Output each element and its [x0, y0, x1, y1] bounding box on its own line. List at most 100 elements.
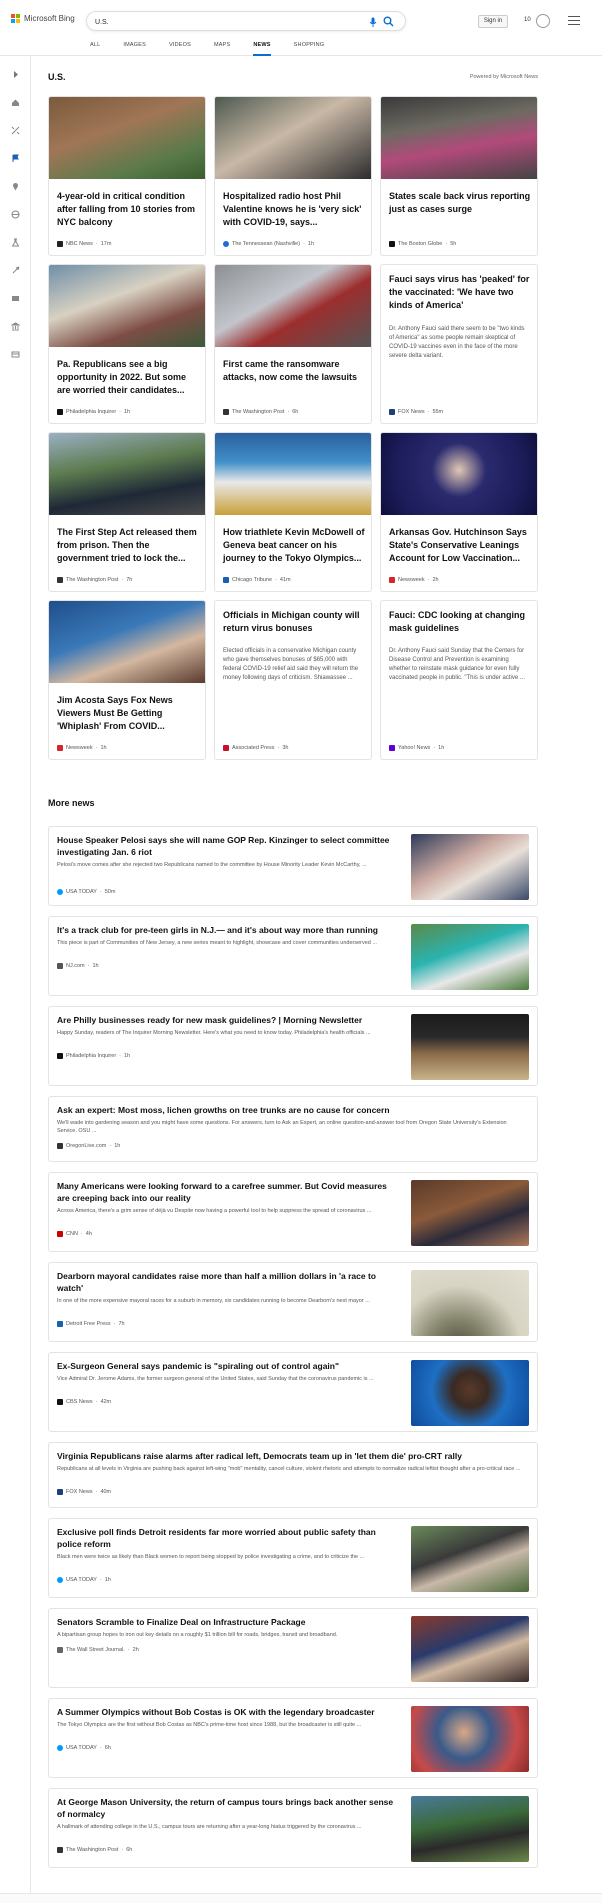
page-footer [0, 1893, 602, 1903]
section-title: U.S. [48, 72, 66, 82]
tab-all[interactable]: ALL [90, 42, 100, 56]
list-item[interactable]: Exclusive poll finds Detroit residents f… [48, 1518, 538, 1598]
news-card[interactable]: How triathlete Kevin McDowell of Geneva … [214, 432, 372, 592]
list-item[interactable]: House Speaker Pelosi says she will name … [48, 826, 538, 906]
rocket-icon[interactable] [11, 266, 20, 275]
list-item[interactable]: Virginia Republicans raise alarms after … [48, 1442, 538, 1508]
news-thumbnail [215, 97, 371, 179]
news-title[interactable]: Many Americans were looking forward to a… [57, 1180, 397, 1204]
news-title[interactable]: Senators Scramble to Finalize Deal on In… [57, 1616, 397, 1628]
science-icon[interactable] [11, 238, 20, 247]
tab-videos[interactable]: VIDEOS [169, 42, 191, 56]
list-item[interactable]: Senators Scramble to Finalize Deal on In… [48, 1608, 538, 1688]
entertainment-icon[interactable] [11, 294, 20, 303]
news-title[interactable]: At George Mason University, the return o… [57, 1796, 397, 1820]
news-source: USA TODAY · 6h [57, 1745, 111, 1751]
bing-logo[interactable]: Microsoft Bing [11, 14, 75, 23]
globe-icon[interactable] [11, 210, 20, 219]
news-title[interactable]: Arkansas Gov. Hutchinson Says State's Co… [389, 526, 531, 565]
news-title[interactable]: States scale back virus reporting just a… [389, 190, 531, 216]
news-description: This piece is part of Communities of New… [57, 940, 377, 946]
tab-maps[interactable]: MAPS [214, 42, 230, 56]
news-source: OregonLive.com · 1h [57, 1143, 527, 1149]
news-card[interactable]: Fauci: CDC looking at changing mask guid… [380, 600, 538, 760]
tab-images[interactable]: IMAGES [123, 42, 146, 56]
news-source: Chicago Tribune · 41m [223, 577, 291, 583]
news-description: In one of the more expensive mayoral rac… [57, 1298, 370, 1304]
source-logo-icon [57, 577, 63, 583]
news-card[interactable]: Pa. Republicans see a big opportunity in… [48, 264, 206, 424]
news-title[interactable]: Ex-Surgeon General says pandemic is "spi… [57, 1360, 397, 1372]
search-icon[interactable] [383, 16, 394, 27]
news-title[interactable]: Jim Acosta Says Fox News Viewers Must Be… [57, 694, 199, 733]
source-logo-icon [57, 963, 63, 969]
news-thumbnail [411, 834, 529, 900]
source-logo-icon [57, 1053, 63, 1059]
news-description: Happy Sunday, readers of The Inquirer Mo… [57, 1030, 371, 1036]
list-item[interactable]: At George Mason University, the return o… [48, 1788, 538, 1868]
news-card[interactable]: Hospitalized radio host Phil Valentine k… [214, 96, 372, 256]
news-card[interactable]: The First Step Act released them from pr… [48, 432, 206, 592]
hamburger-menu-icon[interactable] [568, 16, 580, 25]
news-source: Philadelphia Inquirer · 1h [57, 1053, 130, 1059]
news-title[interactable]: It's a track club for pre-teen girls in … [57, 924, 397, 936]
news-title[interactable]: Officials in Michigan county will return… [223, 609, 365, 635]
news-title[interactable]: Fauci: CDC looking at changing mask guid… [389, 609, 531, 635]
list-item[interactable]: Ex-Surgeon General says pandemic is "spi… [48, 1352, 538, 1432]
source-logo-icon [57, 1647, 63, 1653]
news-card[interactable]: Jim Acosta Says Fox News Viewers Must Be… [48, 600, 206, 760]
list-item[interactable]: A Summer Olympics without Bob Costas is … [48, 1698, 538, 1778]
news-card[interactable]: States scale back virus reporting just a… [380, 96, 538, 256]
search-input[interactable] [95, 16, 355, 28]
news-title[interactable]: Ask an expert: Most moss, lichen growths… [57, 1104, 527, 1116]
news-title[interactable]: Dearborn mayoral candidates raise more t… [57, 1270, 397, 1294]
news-description: Elected officials in a conservative Mich… [223, 648, 359, 681]
news-title[interactable]: Exclusive poll finds Detroit residents f… [57, 1526, 397, 1550]
money-icon[interactable] [11, 350, 20, 359]
news-thumbnail [411, 1180, 529, 1246]
news-thumbnail [411, 1270, 529, 1336]
list-item[interactable]: Many Americans were looking forward to a… [48, 1172, 538, 1252]
news-description: A bipartisan group hopes to iron out key… [57, 1632, 338, 1638]
microphone-icon[interactable] [369, 17, 377, 27]
news-title[interactable]: Pa. Republicans see a big opportunity in… [57, 358, 199, 397]
news-title[interactable]: 4-year-old in critical condition after f… [57, 190, 199, 229]
sign-in-button[interactable]: Sign in [478, 15, 508, 28]
search-box[interactable] [86, 11, 406, 31]
news-title[interactable]: A Summer Olympics without Bob Costas is … [57, 1706, 397, 1718]
news-card[interactable]: Fauci says virus has 'peaked' for the va… [380, 264, 538, 424]
news-title[interactable]: Hospitalized radio host Phil Valentine k… [223, 190, 365, 229]
home-icon[interactable] [11, 98, 20, 107]
news-source: Yahoo! News · 1h [389, 745, 444, 751]
list-item[interactable]: Are Philly businesses ready for new mask… [48, 1006, 538, 1086]
news-card[interactable]: 4-year-old in critical condition after f… [48, 96, 206, 256]
news-title[interactable]: First came the ransomware attacks, now c… [223, 358, 365, 384]
news-title[interactable]: Virginia Republicans raise alarms after … [57, 1450, 527, 1462]
news-source: FOX News · 40m [57, 1489, 527, 1495]
news-card[interactable]: Officials in Michigan county will return… [214, 600, 372, 760]
news-title[interactable]: House Speaker Pelosi says she will name … [57, 834, 397, 858]
news-card[interactable]: First came the ransomware attacks, now c… [214, 264, 372, 424]
news-title[interactable]: The First Step Act released them from pr… [57, 526, 199, 565]
news-title[interactable]: Are Philly businesses ready for new mask… [57, 1014, 397, 1026]
news-description: Dr. Anthony Fauci said there seem to be … [389, 326, 525, 359]
news-title[interactable]: Fauci says virus has 'peaked' for the va… [389, 273, 531, 312]
us-news-flag-icon[interactable] [11, 154, 20, 163]
list-item[interactable]: It's a track club for pre-teen girls in … [48, 916, 538, 996]
news-source: The Tennessean (Nashville) · 1h [223, 241, 314, 247]
location-pin-icon[interactable] [11, 182, 20, 191]
news-card[interactable]: Arkansas Gov. Hutchinson Says State's Co… [380, 432, 538, 592]
politics-building-icon[interactable] [11, 322, 20, 331]
list-item[interactable]: Ask an expert: Most moss, lichen growths… [48, 1096, 538, 1162]
list-item[interactable]: Dearborn mayoral candidates raise more t… [48, 1262, 538, 1342]
rewards-icon[interactable] [536, 14, 550, 28]
news-description: Pelosi's move comes after she rejected t… [57, 862, 367, 868]
trending-icon[interactable] [11, 126, 20, 135]
news-title[interactable]: How triathlete Kevin McDowell of Geneva … [223, 526, 365, 565]
tab-shopping[interactable]: SHOPPING [294, 42, 325, 56]
news-description: The Tokyo Olympics are the first without… [57, 1722, 362, 1728]
source-logo-icon [389, 409, 395, 415]
tab-news[interactable]: NEWS [253, 42, 271, 56]
source-logo-icon [57, 409, 63, 415]
expand-arrow-icon[interactable] [11, 70, 20, 79]
